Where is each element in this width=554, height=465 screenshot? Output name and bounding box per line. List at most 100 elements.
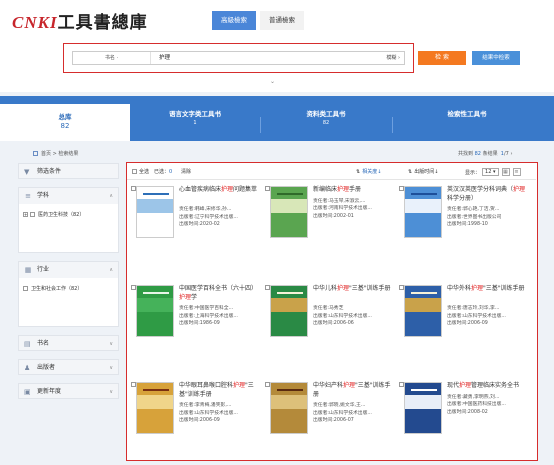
title-text: 中国医学百科全书（六十四） xyxy=(179,285,258,292)
facet-item[interactable]: + 医药卫生科技（82） xyxy=(23,211,114,218)
book-card[interactable]: 心血管疾病临床护理问题集萃 责任者:韩峰,宋修华,孙... 出版者:辽宁科学技术出版… xyxy=(131,186,261,272)
book-card[interactable]: 英汉汉英医学分科词典（护理科学分册） 责任者:郭心艳,丁洁,贺... 出版者:世界图… xyxy=(399,186,529,272)
book-cover[interactable] xyxy=(136,285,174,337)
book-card[interactable]: 中华眼耳鼻喉口腔科护理"三基"训练手册 责任者:李青梅,潘笑影,... 出版者:山东… xyxy=(131,382,261,465)
cover-art xyxy=(143,193,169,195)
home-icon xyxy=(33,151,38,156)
book-date: 出版时间:1998-10 xyxy=(447,222,488,227)
book-card[interactable]: 新编临床护理手册 责任者:马玉琴,宋淑云,... 出版者:河南科学技术出版... 出版… xyxy=(265,186,395,272)
facet-checkbox[interactable] xyxy=(23,286,28,291)
results-panel: 全选 已选： 0 清除 ⇅ 相关度 ↓ ⇅ 出版时间 ↓ 显示： 12 ▾ ▦ … xyxy=(126,162,538,461)
facet-industry-title: 行业 xyxy=(37,266,50,273)
title-highlight: 护理 xyxy=(513,186,526,193)
book-card[interactable]: 中华儿科护理"三基"训练手册 责任者:马秀芝 出版者:山东科学技术出版... 出版时间… xyxy=(265,285,395,371)
match-mode-arrow: › xyxy=(398,55,400,61)
facet-subject-title: 学科 xyxy=(37,192,50,199)
grid-view-icon[interactable]: ▦ xyxy=(501,168,510,176)
breadcrumb-current: 检索结果 xyxy=(58,151,79,157)
calendar-icon: ▣ xyxy=(24,388,31,396)
book-title[interactable]: 现代护理管理临床实务全书 xyxy=(447,382,527,391)
facet-title-label: 书名 xyxy=(37,340,50,347)
book-cover[interactable] xyxy=(270,382,308,434)
book-title[interactable]: 中华妇产科护理"三基"训练手册 xyxy=(313,382,393,399)
logo[interactable]: CNKI工具書總庫 xyxy=(12,8,148,33)
search-input[interactable] xyxy=(159,52,355,64)
sort-date[interactable]: ⇅ 出版时间 ↓ xyxy=(408,168,438,176)
book-title[interactable]: 中国医学百科全书（六十四）护理学 xyxy=(179,285,259,302)
book-cover[interactable] xyxy=(270,186,308,238)
select-all[interactable]: 全选 xyxy=(132,168,149,175)
book-title[interactable]: 中华外科护理"三基"训练手册 xyxy=(447,285,527,294)
facet-publisher-header[interactable]: ♟ 出版者 ∨ xyxy=(18,359,119,375)
tab-all[interactable]: 总库 82 xyxy=(0,104,130,141)
selected-label: 已选： xyxy=(154,169,170,175)
chevron-down-icon[interactable]: ∨ xyxy=(109,336,113,352)
select-all-checkbox[interactable] xyxy=(132,169,137,174)
cover-art xyxy=(277,193,303,195)
match-mode-select[interactable]: 模糊 › xyxy=(386,52,400,64)
sort-relevance[interactable]: ⇅ 相关度 ↓ xyxy=(356,168,381,176)
match-mode-label: 模糊 xyxy=(386,55,397,61)
page-size-label: 显示： xyxy=(465,169,481,176)
top-bar: CNKI工具書總庫 高級檢索 普通檢索 书名 · 模糊 › 检 索 结果中检索 … xyxy=(0,0,554,92)
facet-subject-header[interactable]: ≡ 学科 ∧ xyxy=(19,188,118,204)
list-view-icon[interactable]: ≡ xyxy=(512,168,521,176)
book-date: 出版时间:1986-09 xyxy=(179,321,220,326)
book-publisher: 出版者:山东科学技术出版... xyxy=(179,410,238,416)
cover-art xyxy=(405,395,441,409)
book-title[interactable]: 中华儿科护理"三基"训练手册 xyxy=(313,285,393,294)
book-cover[interactable] xyxy=(136,382,174,434)
search-button[interactable]: 检 索 xyxy=(418,51,466,65)
cover-art xyxy=(143,389,169,391)
tab-reference-books[interactable]: 资料类工具书 82 xyxy=(260,108,392,139)
book-card[interactable]: 中华妇产科护理"三基"训练手册 责任者:郭晓,姚文华,王... 出版者:山东科学技术… xyxy=(265,382,395,465)
book-card[interactable]: 现代护理管理临床实务全书 责任者:藏勇,李明燕,刘... 出版者:中国医药科技出版.… xyxy=(399,382,529,465)
search-mode-tabs: 高級檢索 普通檢索 xyxy=(212,11,308,30)
title-highlight: 护理 xyxy=(343,382,356,389)
book-card[interactable]: 中华外科护理"三基"训练手册 责任者:唐志玲,刘华,李... 出版者:山东科学技术出… xyxy=(399,285,529,371)
cover-art xyxy=(277,292,303,294)
facet-industry-header[interactable]: ▦ 行业 ∧ xyxy=(19,262,118,278)
book-title[interactable]: 中华眼耳鼻喉口腔科护理"三基"训练手册 xyxy=(179,382,259,399)
facet-title-header[interactable]: ▤ 书名 ∨ xyxy=(18,335,119,351)
book-title[interactable]: 英汉汉英医学分科词典（护理科学分册） xyxy=(447,186,527,203)
tab-index-books[interactable]: 检索性工具书 xyxy=(392,108,542,139)
next-page-icon[interactable]: › xyxy=(510,151,512,157)
book-card[interactable]: 中国医学百科全书（六十四）护理学责任者:中国医学百科全... 出版者:上海科学技术… xyxy=(131,285,261,371)
chevron-up-icon[interactable]: ∧ xyxy=(109,262,113,278)
chevron-down-icon[interactable]: ∨ xyxy=(109,360,113,376)
chevron-up-icon[interactable]: ∧ xyxy=(109,188,113,204)
expand-icon[interactable]: + xyxy=(23,212,28,217)
facet-year-label: 更新年度 xyxy=(37,388,62,395)
tab-language-books[interactable]: 语言文字类工具书 1 xyxy=(130,108,260,139)
book-publisher: 出版者:上海科学技术出版... xyxy=(179,313,238,319)
title-text: 中华妇产科 xyxy=(313,382,344,389)
chevron-down-icon[interactable]: ∨ xyxy=(109,384,113,400)
search-field-select[interactable]: 书名 · xyxy=(73,52,151,64)
book-publisher: 出版者:山东科学技术出版... xyxy=(313,313,372,319)
book-cover[interactable] xyxy=(136,186,174,238)
chevron-down-icon[interactable]: ⌄ xyxy=(270,78,275,85)
page-size-select[interactable]: 12 ▾ xyxy=(482,168,499,176)
book-responsible: 责任者:中国医学百科全... xyxy=(179,306,234,311)
facet-item[interactable]: 卫生和社会工作（82） xyxy=(23,285,114,292)
book-cover[interactable] xyxy=(404,382,442,434)
status-total: 82 xyxy=(474,151,481,157)
facet-item-label: 医药卫生科技（82） xyxy=(38,212,85,218)
tab-normal-search[interactable]: 普通檢索 xyxy=(260,11,304,30)
book-title[interactable]: 新编临床护理手册 xyxy=(313,186,393,195)
tab-advanced-search[interactable]: 高級檢索 xyxy=(212,11,256,30)
book-title[interactable]: 心血管疾病临床护理问题集萃 xyxy=(179,186,259,195)
book-cover[interactable] xyxy=(404,186,442,238)
facet-checkbox[interactable] xyxy=(30,212,35,217)
cover-art xyxy=(137,395,173,409)
book-cover[interactable] xyxy=(270,285,308,337)
clear-selection[interactable]: 清除 xyxy=(181,168,191,175)
cover-art xyxy=(271,395,307,409)
title-text: 心血管疾病临床 xyxy=(179,186,222,193)
book-cover[interactable] xyxy=(404,285,442,337)
facet-year-header[interactable]: ▣ 更新年度 ∨ xyxy=(18,383,119,399)
search-in-results-button[interactable]: 结果中检索 xyxy=(472,51,520,65)
breadcrumb-home[interactable]: 首页 xyxy=(41,151,51,157)
result-status: 共找到 82 条结果 1/7 › xyxy=(458,150,512,157)
